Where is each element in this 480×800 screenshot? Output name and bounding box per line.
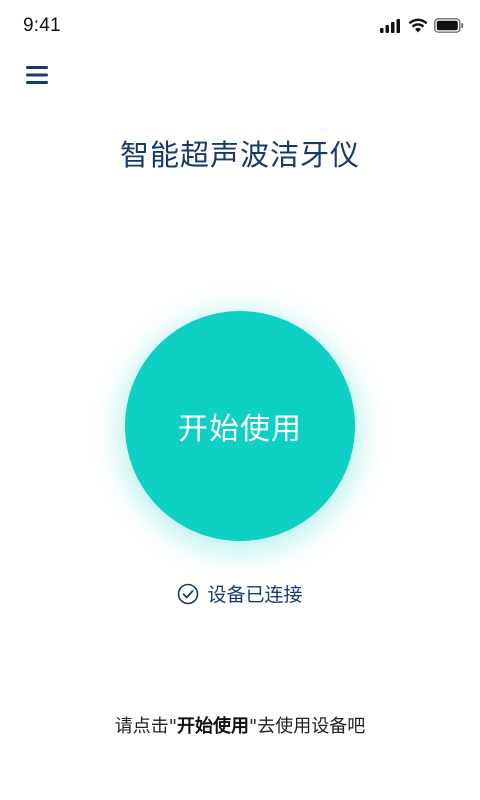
usage-hint-emphasis: 开始使用 [177,716,249,737]
battery-icon [434,18,464,33]
start-button-label: 开始使用 [178,412,302,447]
usage-hint-prefix: 请点击" [114,716,177,737]
status-bar: 9:41 [0,0,480,56]
hamburger-menu-icon [26,66,48,84]
start-button[interactable]: 开始使用 [125,311,355,541]
page-title: 智能超声波洁牙仪 [119,138,360,172]
app-screen: 9:41 智能超声波洁牙仪 开始使用 设备已连接 请点击"开始使用"去使用设备吧 [0,0,480,800]
status-time: 9:41 [23,15,61,36]
connection-status: 设备已连接 [0,580,480,607]
signal-icon [380,18,400,33]
check-circle-icon [178,583,199,604]
connection-status-text: 设备已连接 [207,584,303,606]
usage-hint-suffix: "去使用设备吧 [249,716,366,737]
menu-button[interactable] [24,63,52,87]
usage-hint: 请点击"开始使用"去使用设备吧 [0,712,480,738]
wifi-icon [408,18,428,33]
status-icons [380,18,464,33]
